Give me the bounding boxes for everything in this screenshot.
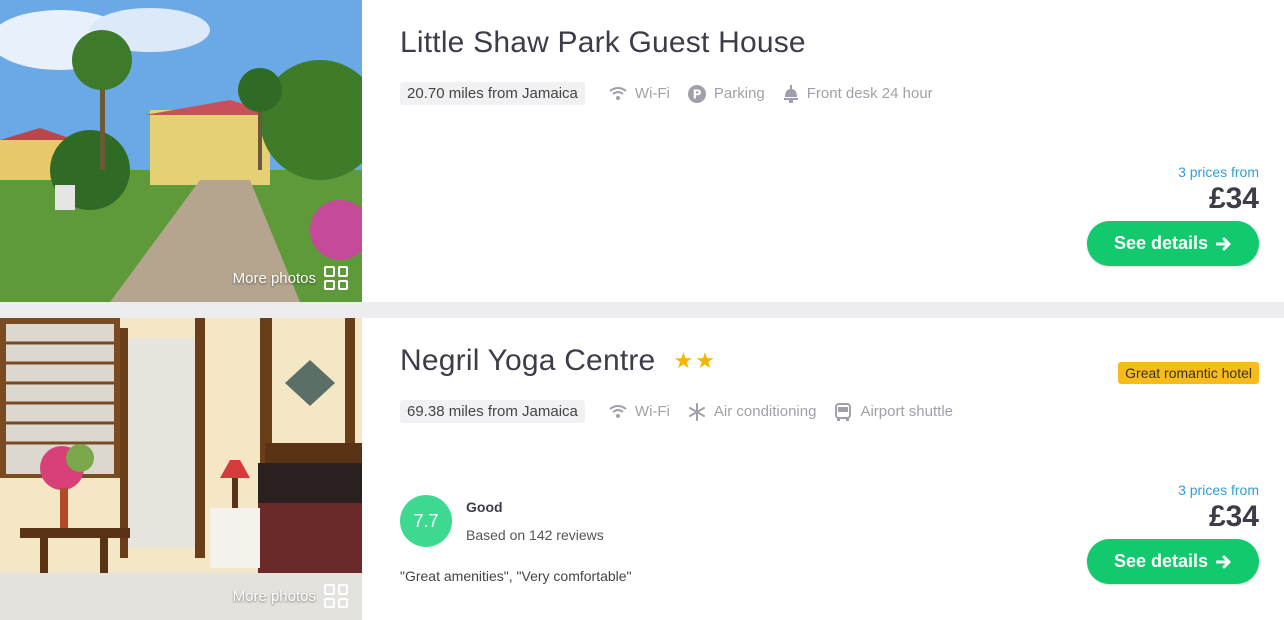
amenities-row: 20.70 miles from Jamaica Wi-Fi P Parking… bbox=[400, 82, 951, 105]
amenity-label: Parking bbox=[713, 85, 765, 102]
rating-label: Good bbox=[466, 499, 503, 515]
price: £34 bbox=[1208, 182, 1259, 215]
see-details-label: See details bbox=[1113, 551, 1209, 571]
more-photos-label: More photos bbox=[232, 269, 316, 287]
svg-text:P: P bbox=[692, 87, 701, 101]
prices-from-link[interactable]: 3 prices from bbox=[1178, 482, 1259, 498]
snowflake-icon bbox=[688, 402, 705, 421]
hotel-info: Negril Yoga Centre ★★ Great romantic hot… bbox=[362, 318, 1284, 620]
distance-badge: 20.70 miles from Jamaica bbox=[400, 82, 585, 105]
amenity-front-desk: Front desk 24 hour bbox=[783, 84, 933, 103]
rating-text: Good Based on 142 reviews bbox=[466, 499, 604, 543]
hotel-info: Little Shaw Park Guest House 20.70 miles… bbox=[362, 0, 1284, 302]
amenity-label: Front desk 24 hour bbox=[806, 85, 933, 102]
review-count[interactable]: Based on 142 reviews bbox=[466, 527, 604, 543]
amenity-air-conditioning: Air conditioning bbox=[688, 402, 817, 421]
distance-badge: 69.38 miles from Jamaica bbox=[400, 400, 585, 423]
review-quotes: "Great amenities", "Very comfortable" bbox=[400, 568, 632, 584]
amenity-label: Airport shuttle bbox=[860, 403, 953, 420]
amenity-wifi: Wi-Fi bbox=[609, 85, 670, 102]
more-photos-link[interactable]: More photos bbox=[233, 266, 348, 290]
score-badge: 7.7 bbox=[400, 495, 452, 547]
see-details-label: See details bbox=[1113, 233, 1209, 253]
hotel-photo[interactable]: More photos bbox=[0, 318, 362, 620]
amenity-label: Wi-Fi bbox=[634, 85, 670, 102]
rating-block: 7.7 Good Based on 142 reviews bbox=[400, 495, 604, 547]
grid-icon bbox=[324, 266, 348, 290]
hotel-title[interactable]: Negril Yoga Centre ★★ bbox=[400, 344, 717, 378]
more-photos-link[interactable]: More photos bbox=[233, 584, 348, 608]
price: £34 bbox=[1208, 500, 1259, 533]
wifi-icon bbox=[609, 404, 627, 418]
hotel-photo[interactable]: More photos bbox=[0, 0, 362, 302]
hotel-card-negril-yoga-centre: More photos Negril Yoga Centre ★★ Great … bbox=[0, 318, 1284, 620]
hotel-title[interactable]: Little Shaw Park Guest House bbox=[400, 26, 806, 60]
arrow-right-icon bbox=[1216, 237, 1231, 250]
price-block: 3 prices from £34 bbox=[1178, 164, 1259, 216]
hotel-card-little-shaw-park: More photos Little Shaw Park Guest House… bbox=[0, 0, 1284, 302]
wifi-icon bbox=[609, 86, 627, 100]
romantic-badge: Great romantic hotel bbox=[1118, 362, 1259, 384]
prices-from-link[interactable]: 3 prices from bbox=[1178, 164, 1259, 180]
see-details-button[interactable]: See details bbox=[1087, 221, 1259, 266]
star-rating: ★★ bbox=[673, 348, 717, 373]
more-photos-label: More photos bbox=[232, 587, 316, 605]
amenity-parking: P Parking bbox=[687, 84, 765, 103]
see-details-button[interactable]: See details bbox=[1087, 539, 1259, 584]
price-block: 3 prices from £34 bbox=[1178, 482, 1259, 534]
parking-icon: P bbox=[687, 84, 706, 103]
grid-icon bbox=[324, 584, 348, 608]
bell-icon bbox=[783, 84, 798, 103]
bus-icon bbox=[835, 402, 852, 421]
amenities-row: 69.38 miles from Jamaica Wi-Fi Air condi… bbox=[400, 400, 971, 423]
hotel-name: Little Shaw Park Guest House bbox=[400, 26, 806, 59]
amenity-label: Wi-Fi bbox=[634, 403, 670, 420]
amenity-airport-shuttle: Airport shuttle bbox=[834, 402, 953, 421]
arrow-right-icon bbox=[1216, 555, 1231, 568]
amenity-label: Air conditioning bbox=[713, 403, 817, 420]
hotel-name: Negril Yoga Centre bbox=[400, 344, 656, 377]
amenity-wifi: Wi-Fi bbox=[609, 403, 670, 420]
